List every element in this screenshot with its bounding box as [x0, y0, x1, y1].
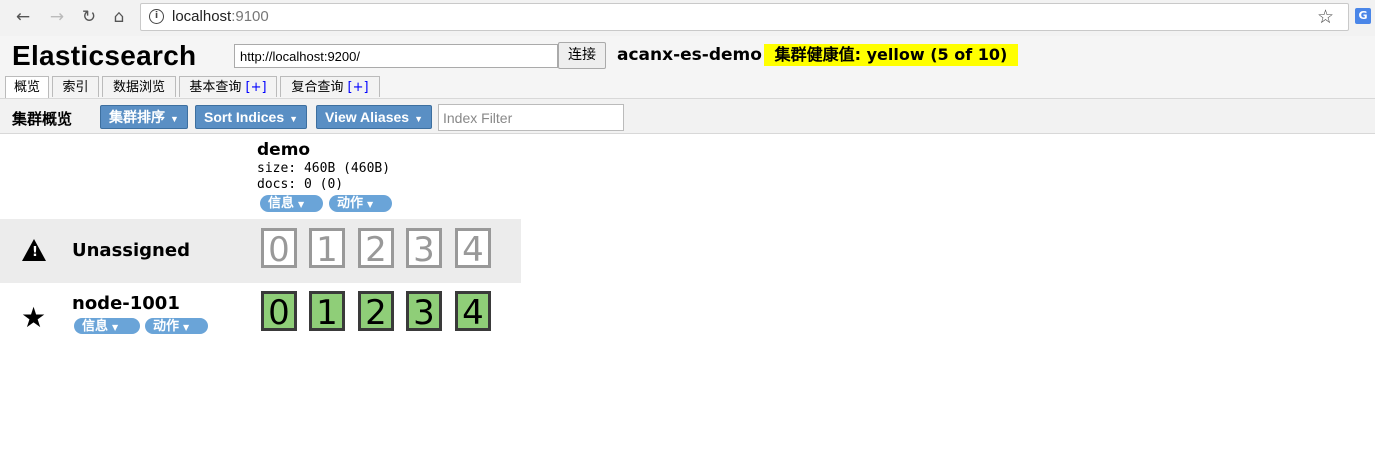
view-aliases-button[interactable]: View Aliases ▼	[316, 105, 432, 129]
index-info-button[interactable]: 信息 ▼	[260, 195, 323, 212]
index-filter-input[interactable]	[438, 104, 624, 131]
caret-down-icon: ▼	[183, 323, 190, 332]
overview-title: 集群概览	[12, 110, 73, 128]
bookmark-star-icon[interactable]: ☆	[1317, 6, 1334, 28]
home-icon[interactable]: ⌂	[108, 6, 130, 28]
caret-down-icon: ▼	[170, 114, 179, 124]
shard-box[interactable]: 4	[455, 228, 491, 269]
shard-box[interactable]: 1	[309, 291, 345, 332]
star-icon: ★	[21, 301, 47, 334]
node-action-button[interactable]: 动作 ▼	[145, 318, 208, 334]
shard-box[interactable]: 3	[406, 228, 442, 269]
caret-down-icon: ▼	[289, 114, 299, 124]
reload-icon[interactable]: ↻	[78, 6, 100, 28]
address-bar[interactable]: i localhost:9100 ☆	[140, 3, 1349, 31]
connect-url-input[interactable]	[234, 44, 558, 68]
overview-toolbar: 集群概览 集群排序 ▼ Sort Indices ▼ View Aliases ▼	[0, 98, 1375, 134]
node-name: node-1001	[72, 293, 180, 314]
back-icon[interactable]: ←	[12, 6, 34, 28]
index-action-button[interactable]: 动作 ▼	[329, 195, 392, 212]
cluster-health-badge: 集群健康值: yellow (5 of 10)	[764, 44, 1018, 66]
warning-mark: !	[32, 245, 38, 260]
tab-browser[interactable]: 数据浏览	[102, 76, 176, 97]
cluster-name: acanx-es-demo	[617, 45, 762, 65]
node-info-button[interactable]: 信息 ▼	[74, 318, 140, 334]
shard-box[interactable]: 4	[455, 291, 491, 332]
caret-down-icon: ▼	[414, 114, 423, 124]
shard-box[interactable]: 3	[406, 291, 442, 332]
index-docs: docs: 0 (0)	[257, 177, 344, 192]
extension-icon[interactable]: G	[1355, 8, 1371, 24]
tab-basic-query[interactable]: 基本查询 [+]	[179, 76, 277, 97]
forward-icon[interactable]: →	[46, 6, 68, 28]
tab-compound-query[interactable]: 复合查询 [+]	[280, 76, 380, 97]
shard-box[interactable]: 2	[358, 228, 394, 269]
shard-box[interactable]: 0	[261, 291, 297, 332]
caret-down-icon: ▼	[112, 323, 119, 332]
caret-down-icon: ▼	[298, 200, 305, 209]
info-icon[interactable]: i	[149, 9, 164, 24]
sort-indices-button[interactable]: Sort Indices ▼	[195, 105, 308, 129]
tab-overview[interactable]: 概览	[5, 76, 49, 98]
tab-indices[interactable]: 索引	[52, 76, 99, 97]
sort-cluster-button[interactable]: 集群排序 ▼	[100, 105, 188, 129]
connect-button[interactable]: 连接	[558, 42, 606, 69]
browser-toolbar: ← → ↻ ⌂ i localhost:9100 ☆ G	[0, 0, 1375, 37]
app-title: Elasticsearch	[12, 40, 197, 71]
shard-box[interactable]: 2	[358, 291, 394, 332]
shard-box[interactable]: 0	[261, 228, 297, 269]
url-text: localhost:9100	[172, 8, 269, 25]
index-size: size: 460B (460B)	[257, 161, 391, 176]
shard-box[interactable]: 1	[309, 228, 345, 269]
index-name: demo	[257, 140, 311, 160]
unassigned-label: Unassigned	[72, 240, 190, 261]
caret-down-icon: ▼	[367, 200, 374, 209]
